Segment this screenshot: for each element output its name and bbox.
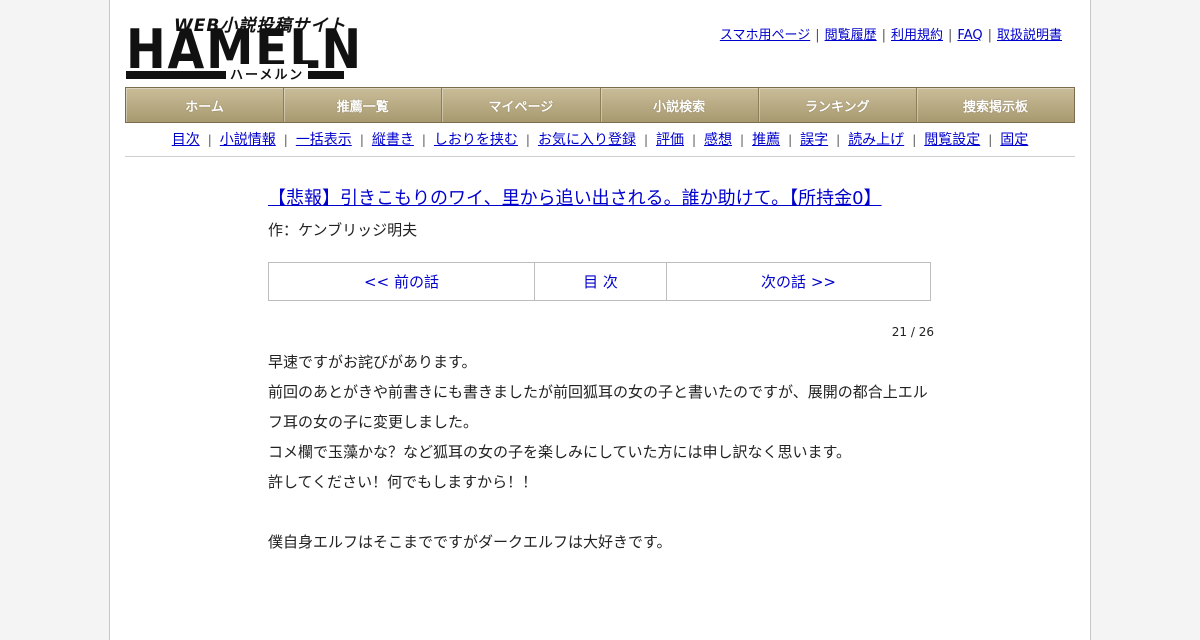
- top-link-smartphone[interactable]: スマホ用ページ: [720, 28, 810, 43]
- subnav-pin[interactable]: 固定: [1000, 132, 1028, 148]
- novel-title-link[interactable]: 【悲報】引きこもりのワイ、里から追い出される。誰か助けて。【所持金0】: [268, 184, 882, 210]
- top-links: スマホ用ページ | 閲覧履歴 | 利用規約 | FAQ | 取扱説明書: [719, 28, 1062, 43]
- sub-nav: 目次 | 小説情報 | 一括表示 | 縦書き | しおりを挟む | お気に入り登録 | 評価 | 感想 | 推薦…: [171, 132, 1029, 148]
- main-nav: ホーム 推薦一覧 マイページ 小説検索 ランキング 捜索掲示板: [125, 87, 1075, 123]
- subnav-novel-info[interactable]: 小説情報: [220, 132, 276, 148]
- novel-author: 作：ケンブリッジ明夫: [268, 221, 418, 239]
- next-chapter-link[interactable]: 次の話 >>: [667, 263, 930, 300]
- nav-divider: [125, 156, 1075, 157]
- subnav-view-settings[interactable]: 閲覧設定: [924, 132, 980, 148]
- subnav-bookmark[interactable]: しおりを挟む: [434, 132, 518, 148]
- nav-home[interactable]: ホーム: [126, 88, 285, 122]
- body-line: コメ欄で玉藻かな？など狐耳の女の子を楽しみにしていた方には申し訳なく思います。: [268, 443, 852, 461]
- subnav-favorite[interactable]: お気に入り登録: [538, 132, 636, 148]
- nav-ranking[interactable]: ランキング: [759, 88, 917, 122]
- toc-link[interactable]: 目 次: [535, 263, 667, 300]
- subnav-read-aloud[interactable]: 読み上げ: [848, 132, 904, 148]
- body-line: 僕自身エルフはそこまでですがダークエルフは大好きです。: [268, 533, 672, 551]
- body-line: 早速ですがお詫びがあります。: [268, 353, 477, 371]
- prev-chapter-link[interactable]: << 前の話: [269, 263, 535, 300]
- top-link-faq[interactable]: FAQ: [957, 28, 982, 43]
- body-line: 前回のあとがきや前書きにも書きましたが前回狐耳の女の子と書いたのですが、展開の都…: [268, 383, 928, 431]
- subnav-impressions[interactable]: 感想: [704, 132, 732, 148]
- chapter-counter: 21 / 26: [891, 325, 934, 339]
- chapter-body: 早速ですがお詫びがあります。 前回のあとがきや前書きにも書きましたが前回狐耳の女…: [268, 347, 936, 557]
- logo-kana: ハーメルン: [226, 64, 309, 83]
- subnav-rating[interactable]: 評価: [656, 132, 684, 148]
- chapter-pager: << 前の話 目 次 次の話 >>: [268, 262, 931, 301]
- nav-novel-search[interactable]: 小説検索: [601, 88, 759, 122]
- nav-search-board[interactable]: 捜索掲示板: [917, 88, 1074, 122]
- top-link-history[interactable]: 閲覧履歴: [825, 28, 877, 43]
- subnav-show-all[interactable]: 一括表示: [296, 132, 352, 148]
- nav-mypage[interactable]: マイページ: [442, 88, 601, 122]
- subnav-toc[interactable]: 目次: [172, 132, 200, 148]
- body-line: 許してください！何でもしますから！！: [268, 473, 538, 491]
- top-link-terms[interactable]: 利用規約: [891, 28, 943, 43]
- subnav-recommend[interactable]: 推薦: [752, 132, 780, 148]
- body-blank-line: [268, 497, 936, 527]
- top-link-manual[interactable]: 取扱説明書: [997, 28, 1062, 43]
- site-logo[interactable]: WEB小説投稿サイト HAMELN ハーメルン: [126, 10, 361, 83]
- nav-recommendations[interactable]: 推薦一覧: [284, 88, 443, 122]
- subnav-vertical[interactable]: 縦書き: [372, 132, 414, 148]
- subnav-typo-report[interactable]: 誤字: [800, 132, 828, 148]
- page-container: WEB小説投稿サイト HAMELN ハーメルン スマホ用ページ | 閲覧履歴 | 利用規…: [109, 0, 1091, 640]
